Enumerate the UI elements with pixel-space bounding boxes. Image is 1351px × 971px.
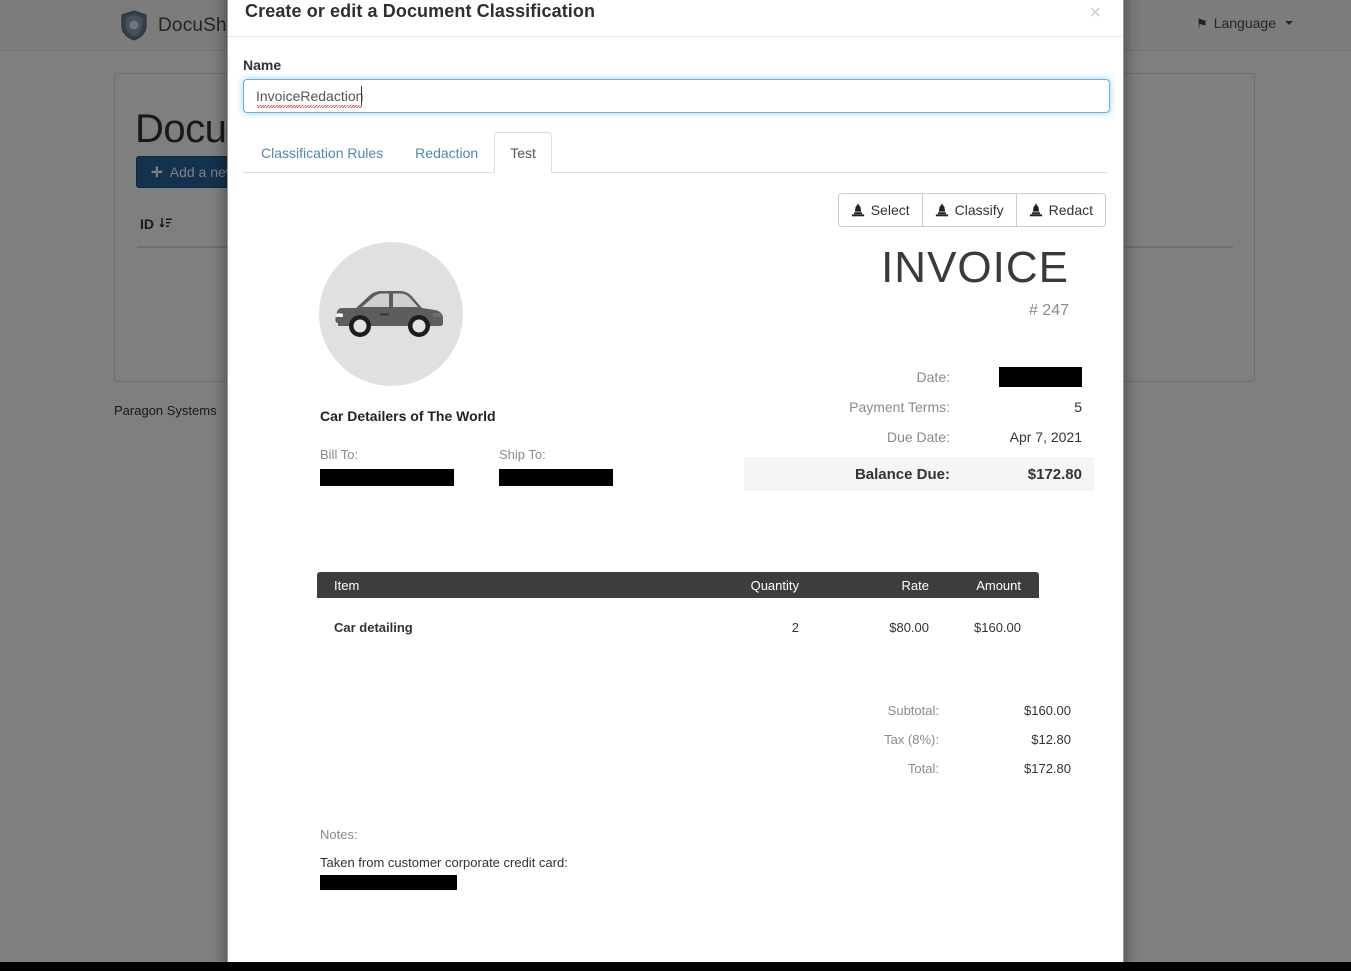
meta-label-date: Date: — [916, 369, 950, 385]
date-redaction — [999, 367, 1082, 387]
subtotal-label: Subtotal: — [887, 703, 939, 718]
total-label: Total: — [907, 761, 939, 776]
invoice-number: # 247 — [1028, 302, 1069, 319]
notes-label: Notes: — [320, 827, 358, 842]
col-amount: Amount — [976, 577, 1021, 593]
tab-test[interactable]: Test — [494, 132, 552, 173]
gavel-icon — [1029, 203, 1042, 217]
ship-to: Ship To: — [499, 447, 613, 486]
bill-to-redaction — [320, 469, 454, 486]
select-button-label: Select — [870, 202, 910, 218]
modal-header: Create or edit a Document Classification… — [228, 0, 1123, 37]
name-input[interactable] — [243, 79, 1110, 113]
total-row-total: Total: $172.80 — [281, 754, 1083, 783]
notes-redaction — [320, 875, 457, 890]
car-icon — [335, 291, 443, 337]
total-row-subtotal: Subtotal: $160.00 — [281, 696, 1083, 725]
meta-row-due-date: Due Date: Apr 7, 2021 — [744, 422, 1094, 452]
balance-due-label: Balance Due: — [854, 465, 950, 483]
meta-value-payment-terms: 5 — [1074, 399, 1082, 415]
select-button[interactable]: Select — [837, 193, 923, 227]
test-toolbar: Select Classify Redact — [243, 193, 1108, 227]
bottom-bar — [0, 962, 1351, 971]
cell-amount: $160.00 — [974, 619, 1021, 635]
cell-rate: $80.00 — [889, 619, 929, 635]
bill-to-label: Bill To: — [320, 447, 359, 462]
modal-title: Create or edit a Document Classification — [245, 1, 596, 21]
tab-classification-rules[interactable]: Classification Rules — [245, 132, 399, 173]
invoice-logo — [319, 242, 463, 386]
meta-label-due-date: Due Date: — [886, 429, 950, 445]
screen: DocuSh ⚑ Language Docum ✛ Add a new ID P… — [0, 0, 1351, 971]
total-value: $172.80 — [1024, 761, 1071, 776]
classify-button-label: Classify — [954, 202, 1004, 218]
bill-to: Bill To: — [320, 447, 454, 486]
meta-value-date — [964, 367, 1094, 387]
invoice-totals: Subtotal: $160.00 Tax (8%): $12.80 Total… — [281, 696, 1083, 783]
balance-due-value: $172.80 — [1027, 465, 1082, 483]
tax-value: $12.80 — [1031, 732, 1071, 747]
cell-quantity: 2 — [791, 619, 799, 635]
ship-to-redaction — [499, 469, 613, 486]
gavel-icon — [935, 203, 948, 217]
meta-label-payment-terms: Payment Terms: — [849, 399, 950, 415]
meta-value-due-date: Apr 7, 2021 — [1009, 429, 1082, 445]
table-row: Car detailing 2 $80.00 $160.00 — [317, 610, 1039, 644]
tax-label: Tax (8%): — [884, 732, 939, 747]
name-input-wrap — [243, 79, 1110, 113]
classification-modal: Create or edit a Document Classification… — [227, 0, 1124, 971]
meta-row-payment-terms: Payment Terms: 5 — [744, 392, 1094, 422]
name-label: Name — [243, 57, 282, 73]
ship-to-label: Ship To: — [499, 447, 546, 462]
line-items-table: Item Quantity Rate Amount Car detailing … — [317, 572, 1039, 644]
col-rate: Rate — [901, 577, 929, 593]
text-caret — [361, 86, 362, 105]
invoice-title: INVOICE — [881, 243, 1069, 292]
invoice-preview: INVOICE # 247 Car Detailers of The World… — [243, 242, 1108, 890]
redact-button-label: Redact — [1048, 202, 1093, 218]
col-item: Item — [334, 577, 360, 593]
tab-redaction[interactable]: Redaction — [399, 132, 494, 173]
modal-body: Name Classification Rules Redaction Test — [228, 37, 1123, 890]
redact-button[interactable]: Redact — [1016, 193, 1106, 227]
cell-item: Car detailing — [334, 619, 413, 635]
subtotal-value: $160.00 — [1024, 703, 1071, 718]
invoice-meta: Date: Payment Terms: 5 Due Date: Apr 7, … — [744, 362, 1094, 491]
invoice-notes: Notes: Taken from customer corporate cre… — [320, 827, 1083, 890]
meta-row-balance-due: Balance Due: $172.80 — [744, 457, 1094, 491]
meta-row-date: Date: — [744, 362, 1094, 392]
modal-tabs: Classification Rules Redaction Test — [243, 132, 1108, 173]
invoice-title-block: INVOICE # 247 — [881, 242, 1083, 320]
notes-text: Taken from customer corporate credit car… — [320, 855, 568, 870]
col-quantity: Quantity — [750, 577, 799, 593]
total-row-tax: Tax (8%): $12.80 — [281, 725, 1083, 754]
close-icon[interactable]: × — [1083, 2, 1107, 24]
line-items-header: Item Quantity Rate Amount — [317, 572, 1039, 598]
action-button-group: Select Classify Redact — [837, 193, 1106, 227]
gavel-icon — [851, 203, 864, 217]
classify-button[interactable]: Classify — [922, 193, 1017, 227]
